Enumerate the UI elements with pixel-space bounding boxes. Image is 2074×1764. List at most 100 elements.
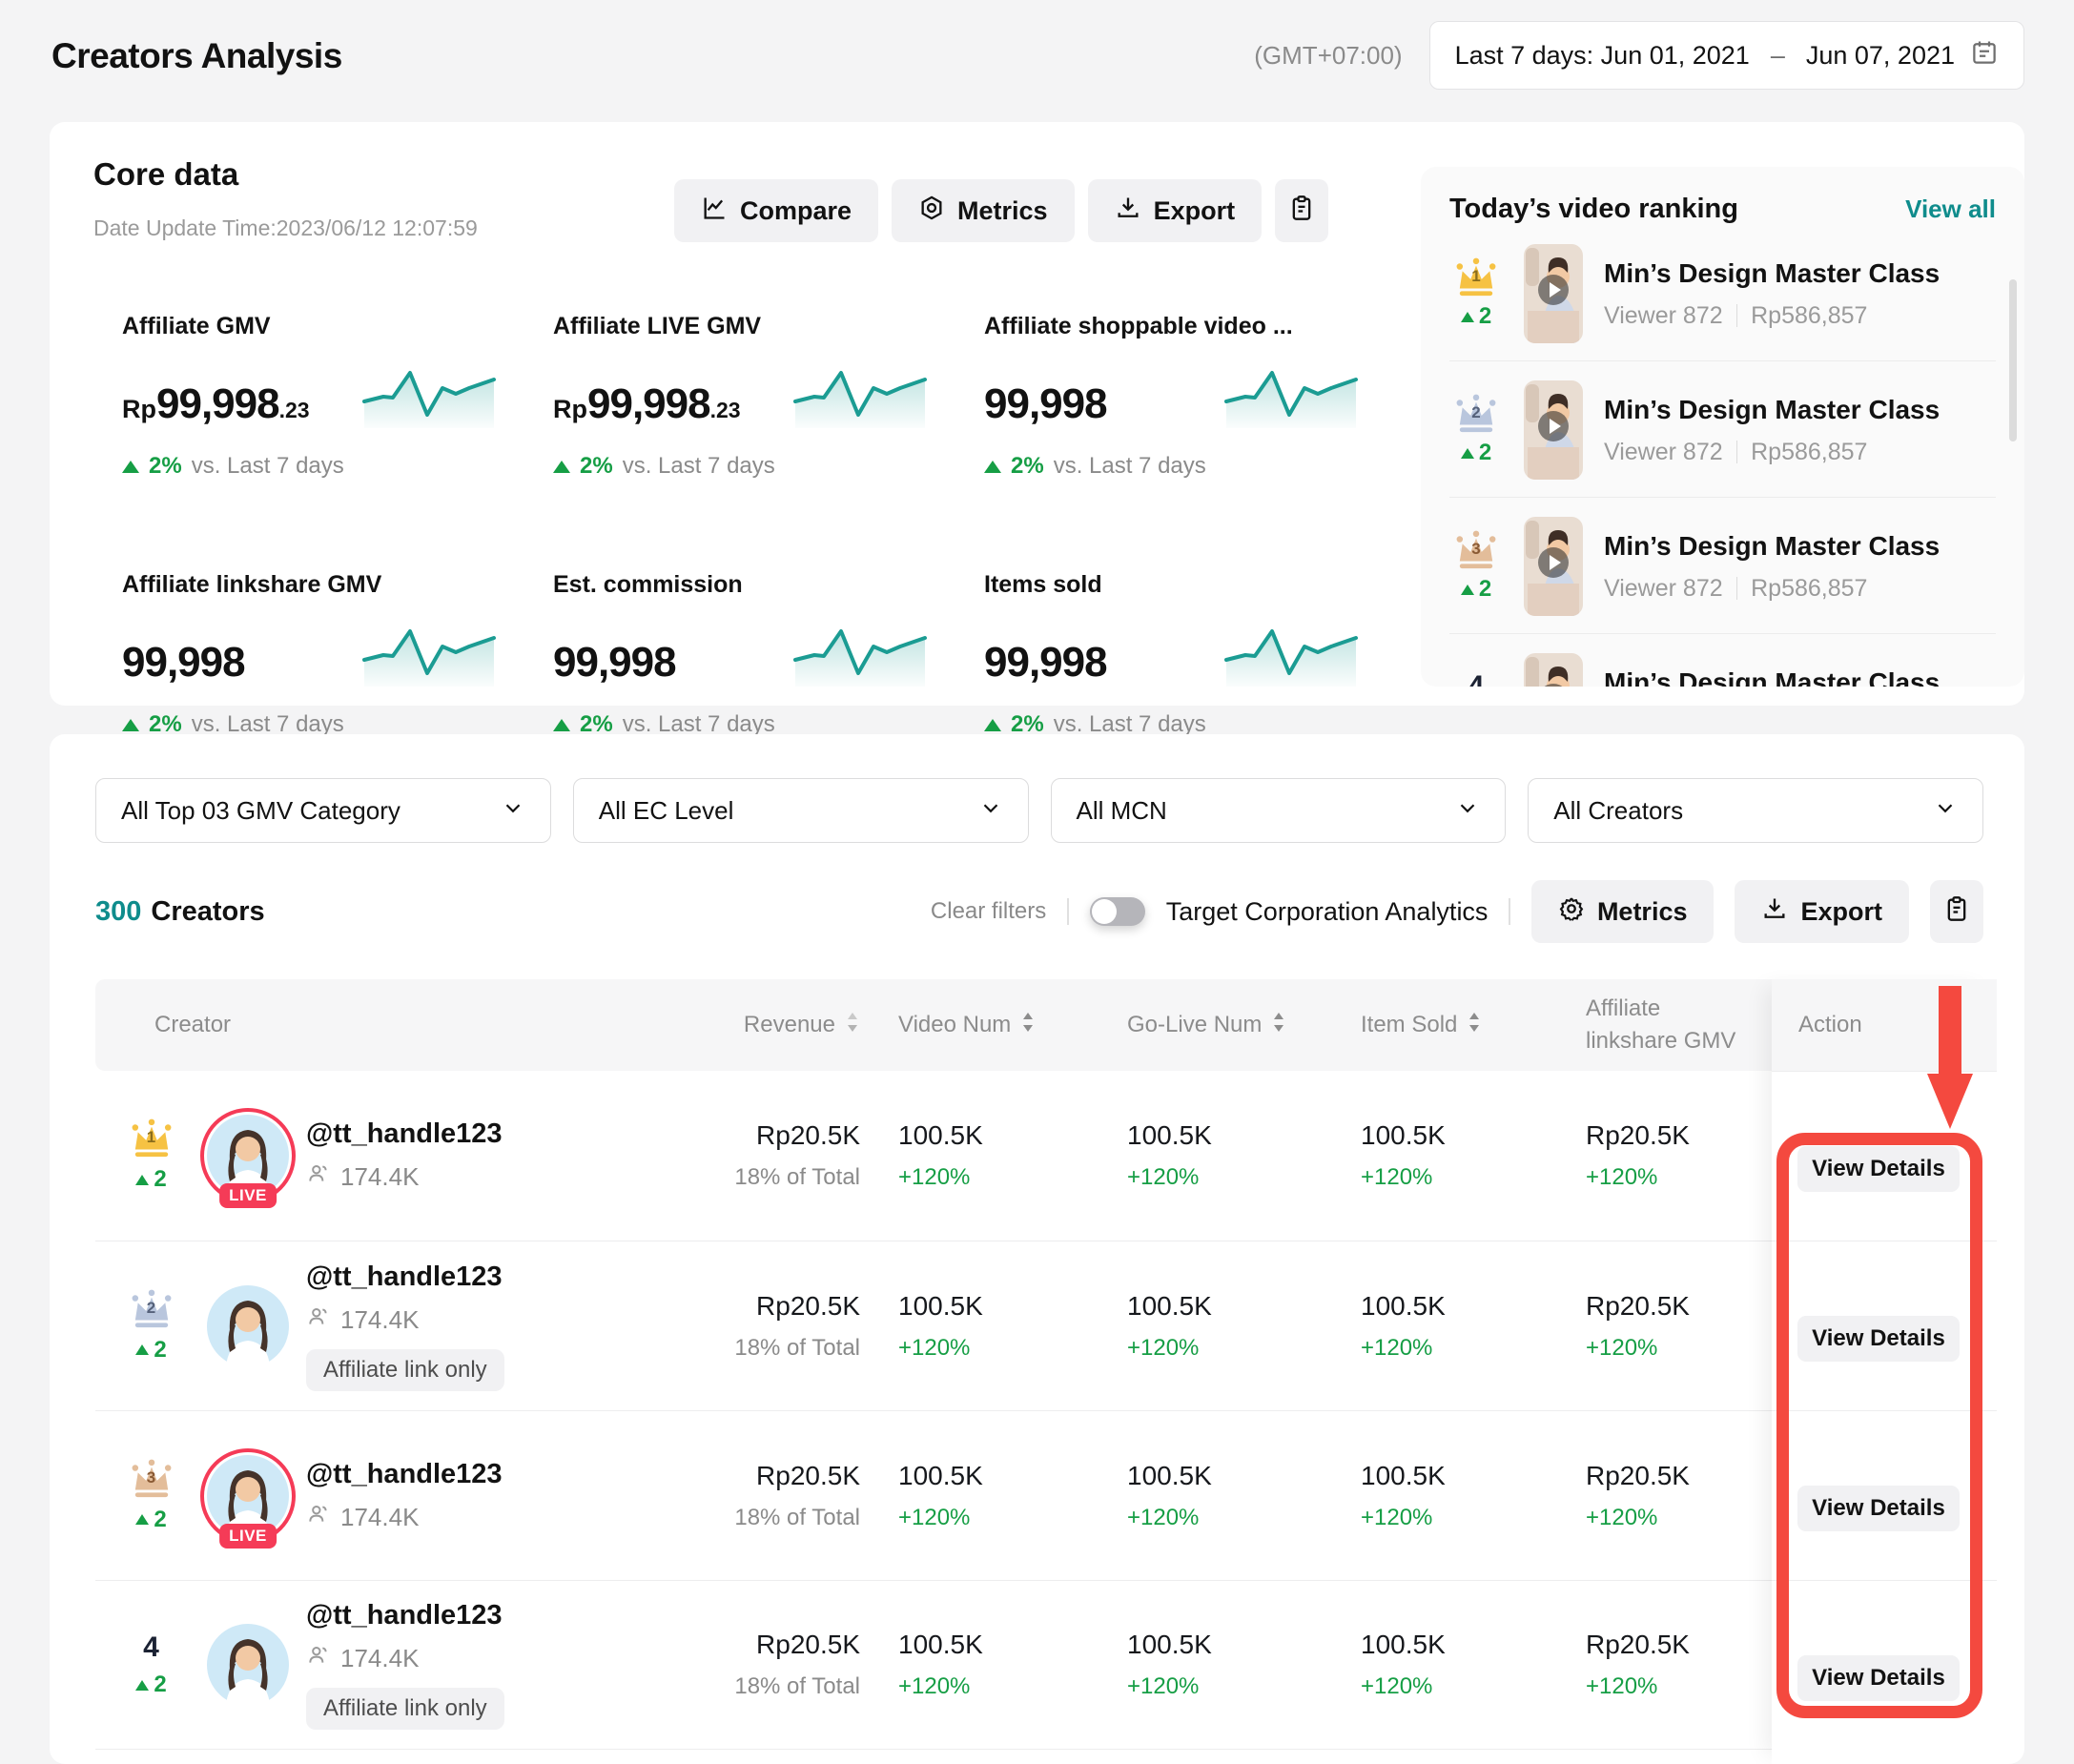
avatar[interactable]: [207, 1285, 289, 1367]
metric-tile-shoppable-video: Affiliate shoppable video ... 99,998 2%v…: [984, 313, 1385, 480]
video-num-value: 100.5K: [898, 1120, 1089, 1151]
filter-gmv-category[interactable]: All Top 03 GMV Category: [95, 778, 551, 843]
ranking-scrollbar[interactable]: [2009, 279, 2017, 441]
target-analytics-toggle[interactable]: [1090, 897, 1145, 926]
core-data-update-time: Date Update Time:2023/06/12 12:07:59: [93, 215, 478, 241]
column-header-item-sold[interactable]: Item Sold: [1323, 1011, 1551, 1040]
creator-handle[interactable]: @tt_handle123: [306, 1118, 503, 1150]
chevron-down-icon: [1455, 795, 1480, 827]
avatar[interactable]: LIVE: [207, 1455, 289, 1537]
metric-tile-affiliate-live-gmv: Affiliate LIVE GMV Rp99,998.23 2%vs. Las…: [553, 313, 954, 480]
video-num-delta: +120%: [898, 1673, 1089, 1700]
ranking-item[interactable]: 2 2 Min’s Design Master Class Viewer 872…: [1449, 380, 1996, 480]
view-details-button[interactable]: View Details: [1797, 1486, 1960, 1531]
filter-mcn[interactable]: All MCN: [1051, 778, 1507, 843]
video-thumbnail[interactable]: [1524, 380, 1583, 480]
compare-button[interactable]: Compare: [674, 179, 878, 242]
sparkline-chart: [362, 626, 496, 687]
sort-icon[interactable]: [1020, 1011, 1036, 1040]
gear-icon: [1558, 895, 1585, 929]
filter-row: All Top 03 GMV Category All EC Level All…: [95, 778, 1983, 843]
affiliate-gmv-delta: +120%: [1586, 1505, 1785, 1531]
trend-up-icon: [122, 461, 139, 473]
ranking-item[interactable]: 4 2 Min’s Design Master Class Viewer 872…: [1449, 653, 1996, 687]
table-toolbar: 300Creators Clear filters Target Corpora…: [95, 879, 1983, 944]
followers-icon: [306, 1643, 331, 1674]
rank-number: 4: [143, 1631, 159, 1664]
sparkline-chart: [793, 367, 927, 428]
date-range-picker[interactable]: Last 7 days: Jun 01, 2021 – Jun 07, 2021: [1429, 21, 2024, 90]
silver-crown-icon: 2: [1452, 394, 1500, 434]
filter-creators[interactable]: All Creators: [1528, 778, 1983, 843]
sparkline-chart: [362, 367, 496, 428]
divider: [1509, 898, 1510, 925]
creator-handle[interactable]: @tt_handle123: [306, 1261, 504, 1293]
affiliate-gmv-delta: +120%: [1586, 1335, 1785, 1362]
timezone-label: (GMT+07:00): [1254, 41, 1402, 71]
column-header-revenue[interactable]: Revenue: [698, 1011, 860, 1040]
view-all-link[interactable]: View all: [1905, 195, 1996, 224]
affiliate-gmv-value: Rp20.5K: [1586, 1120, 1785, 1151]
video-thumbnail[interactable]: [1524, 653, 1583, 687]
viewer-count: Viewer 872: [1604, 575, 1723, 603]
golive-num-delta: +120%: [1127, 1673, 1323, 1700]
video-title: Min’s Design Master Class: [1604, 667, 1940, 687]
filter-ec-level[interactable]: All EC Level: [573, 778, 1029, 843]
avatar[interactable]: [207, 1624, 289, 1706]
sort-icon[interactable]: [1467, 1011, 1482, 1040]
column-header-video-num[interactable]: Video Num: [860, 1011, 1089, 1040]
creator-handle[interactable]: @tt_handle123: [306, 1459, 503, 1490]
video-title: Min’s Design Master Class: [1604, 258, 1940, 289]
date-range-end: Jun 07, 2021: [1806, 41, 1955, 71]
core-metrics-grid: Affiliate GMV Rp99,998.23 2%vs. Last 7 d…: [122, 313, 1415, 738]
trend-up-icon: [1461, 585, 1474, 595]
trend-up-icon: [984, 461, 1001, 473]
view-details-button[interactable]: View Details: [1797, 1316, 1960, 1362]
rank-number: 4: [1468, 670, 1485, 687]
video-num-delta: +120%: [898, 1335, 1089, 1362]
clear-filters-link[interactable]: Clear filters: [931, 898, 1046, 925]
trend-up-icon: [1461, 312, 1474, 322]
item-sold-value: 100.5K: [1361, 1120, 1551, 1151]
affiliate-gmv-value: Rp20.5K: [1586, 1461, 1785, 1491]
followers-icon: [306, 1161, 331, 1193]
core-copy-button[interactable]: [1275, 179, 1328, 242]
golive-num-value: 100.5K: [1127, 1120, 1323, 1151]
followers-count: 174.4K: [340, 1503, 419, 1532]
trend-up-icon: [553, 461, 570, 473]
table-header: Creator Revenue Video Num Go-Live Num It…: [95, 979, 1979, 1071]
avatar[interactable]: LIVE: [207, 1115, 289, 1197]
trend-up-icon: [1461, 448, 1474, 459]
view-details-button[interactable]: View Details: [1797, 1655, 1960, 1701]
revenue-share: 18% of Total: [698, 1505, 860, 1531]
chevron-down-icon: [501, 795, 525, 827]
revenue-value: Rp20.5K: [698, 1120, 860, 1151]
video-ranking-panel: Today’s video ranking View all 1 2 Min’s…: [1421, 167, 2024, 687]
core-toolbar: Compare Metrics Export: [674, 179, 1328, 242]
ranking-item[interactable]: 1 2 Min’s Design Master Class Viewer 872…: [1449, 244, 1996, 343]
ranking-item[interactable]: 3 2 Min’s Design Master Class Viewer 872…: [1449, 517, 1996, 616]
core-export-button[interactable]: Export: [1088, 179, 1263, 242]
followers-count: 174.4K: [340, 1644, 419, 1673]
video-thumbnail[interactable]: [1524, 244, 1583, 343]
table-export-button[interactable]: Export: [1735, 880, 1909, 943]
sort-icon[interactable]: [845, 1011, 860, 1040]
table-copy-button[interactable]: [1930, 880, 1983, 943]
column-header-affiliate-gmv[interactable]: Affiliatelinkshare GMV: [1551, 993, 1785, 1057]
table-metrics-button[interactable]: Metrics: [1531, 880, 1715, 943]
date-range-separator: –: [1771, 41, 1785, 71]
trend-up-icon: [135, 1514, 149, 1525]
core-metrics-button[interactable]: Metrics: [892, 179, 1075, 242]
affiliate-gmv-value: Rp20.5K: [1586, 1630, 1785, 1660]
view-details-button[interactable]: View Details: [1797, 1146, 1960, 1192]
affiliate-gmv-value: Rp20.5K: [1586, 1291, 1785, 1322]
column-header-golive-num[interactable]: Go-Live Num: [1089, 1011, 1323, 1040]
creator-handle[interactable]: @tt_handle123: [306, 1600, 504, 1631]
revenue-value: Rp20.5K: [698, 1291, 860, 1322]
sort-icon[interactable]: [1271, 1011, 1286, 1040]
revenue-share: 18% of Total: [698, 1164, 860, 1191]
video-revenue: Rp586,857: [1751, 302, 1867, 330]
table-row: 2 2 @tt_handle123 174.4K Affiliate link: [95, 1241, 1979, 1410]
video-thumbnail[interactable]: [1524, 517, 1583, 616]
date-range-start: Last 7 days: Jun 01, 2021: [1455, 41, 1750, 71]
